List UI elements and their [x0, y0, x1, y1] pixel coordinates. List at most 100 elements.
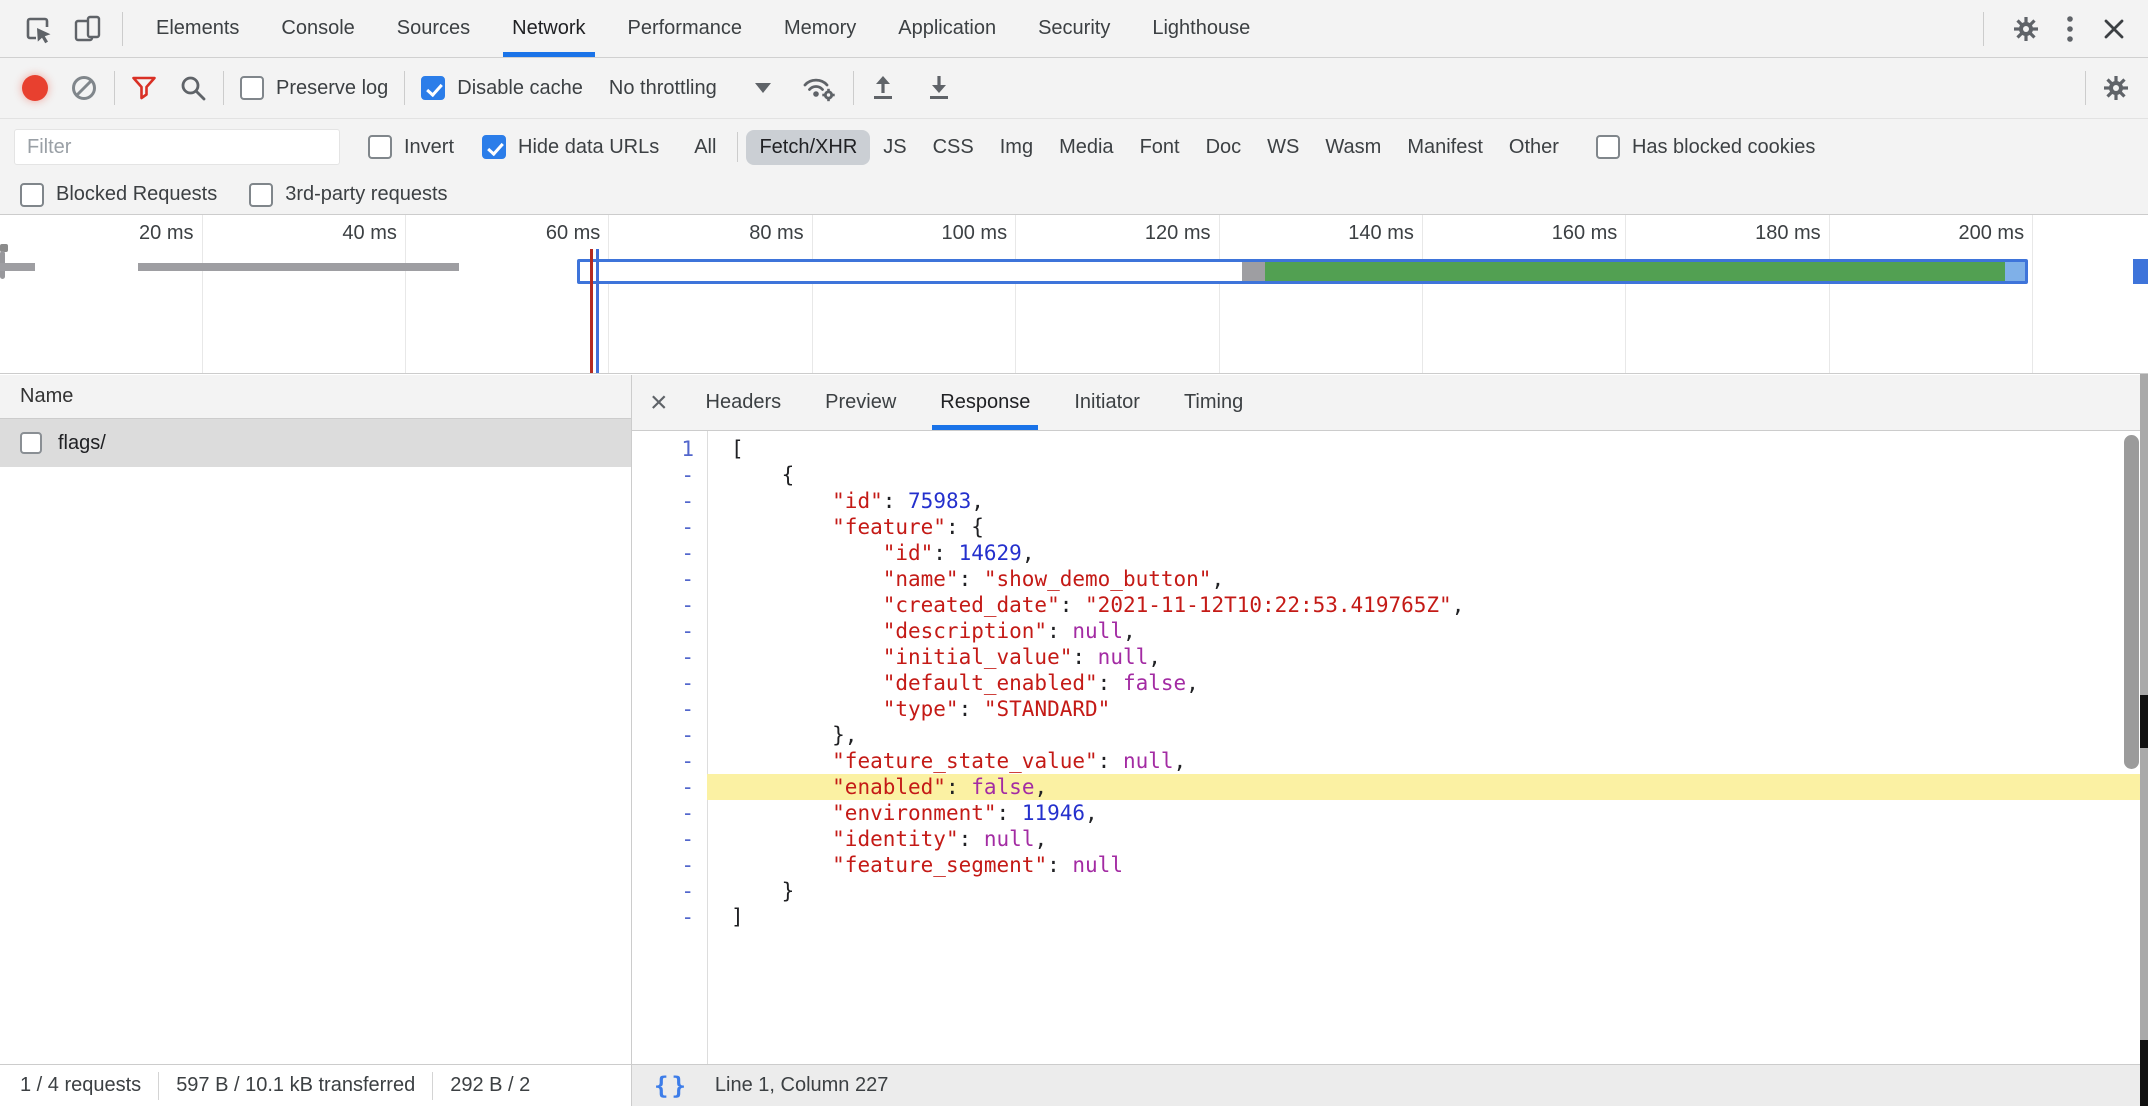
- timeline-tick-label: 60 ms: [450, 222, 600, 245]
- detail-tab-timing[interactable]: Timing: [1162, 375, 1265, 430]
- filter-input[interactable]: [14, 129, 340, 165]
- bar-segment-green: [1265, 262, 2004, 281]
- detail-tab-initiator[interactable]: Initiator: [1052, 375, 1162, 430]
- inspect-element-icon[interactable]: [16, 7, 60, 51]
- filter-type-wasm[interactable]: Wasm: [1312, 130, 1394, 165]
- token: null: [1072, 619, 1123, 643]
- filter-toggle-icon[interactable]: [131, 75, 157, 101]
- line-gutter: -: [632, 462, 707, 488]
- filter-type-font[interactable]: Font: [1127, 130, 1193, 165]
- export-har-icon[interactable]: [926, 74, 952, 102]
- token: "default_enabled": [883, 671, 1098, 695]
- vertical-scrollbar[interactable]: [2124, 435, 2139, 769]
- has-blocked-cookies-label[interactable]: Has blocked cookies: [1632, 136, 1815, 159]
- import-har-icon[interactable]: [870, 74, 896, 102]
- tab-elements[interactable]: Elements: [135, 0, 260, 57]
- hide-data-urls-label[interactable]: Hide data URLs: [518, 136, 659, 159]
- line-gutter: -: [632, 826, 707, 852]
- throttling-select[interactable]: No throttling: [609, 77, 771, 100]
- indent: [731, 645, 883, 669]
- code-text: ]: [707, 904, 2148, 930]
- invert-label[interactable]: Invert: [404, 136, 454, 159]
- invert-checkbox[interactable]: [368, 135, 392, 159]
- device-toolbar-icon[interactable]: [66, 7, 110, 51]
- token: false: [1123, 671, 1186, 695]
- tab-lighthouse[interactable]: Lighthouse: [1131, 0, 1271, 57]
- filter-type-css[interactable]: CSS: [920, 130, 987, 165]
- clear-network-log-icon[interactable]: [70, 74, 98, 102]
- preserve-log-label[interactable]: Preserve log: [276, 77, 388, 100]
- token: 11946: [1022, 801, 1085, 825]
- blocked-requests-label[interactable]: Blocked Requests: [56, 183, 217, 206]
- event-line-load: [590, 249, 593, 373]
- close-devtools-icon[interactable]: [2092, 7, 2136, 51]
- filter-type-manifest[interactable]: Manifest: [1394, 130, 1496, 165]
- tab-memory[interactable]: Memory: [763, 0, 877, 57]
- token: ,: [971, 489, 984, 513]
- line-gutter: -: [632, 592, 707, 618]
- code-line: - "environment": 11946,: [632, 800, 2148, 826]
- request-name: flags/: [58, 432, 106, 455]
- third-party-requests-checkbox[interactable]: [249, 183, 273, 207]
- network-overview-timeline[interactable]: 20 ms40 ms60 ms80 ms100 ms120 ms140 ms16…: [0, 215, 2148, 374]
- token: :: [1072, 645, 1097, 669]
- tab-sources[interactable]: Sources: [376, 0, 491, 57]
- record-network-log-button[interactable]: [22, 75, 48, 101]
- token: "enabled": [832, 775, 946, 799]
- disable-cache-checkbox[interactable]: [421, 76, 445, 100]
- tab-performance[interactable]: Performance: [607, 0, 764, 57]
- token: "feature": [832, 515, 946, 539]
- search-icon[interactable]: [179, 74, 207, 102]
- filter-type-ws[interactable]: WS: [1254, 130, 1312, 165]
- filter-type-doc[interactable]: Doc: [1193, 130, 1255, 165]
- pretty-print-icon[interactable]: {}: [654, 1072, 689, 1100]
- more-options-icon[interactable]: [2048, 7, 2092, 51]
- code-line: - "description": null,: [632, 618, 2148, 644]
- request-list: flags/: [0, 419, 631, 467]
- timeline-gridline: [1625, 215, 1626, 373]
- tab-network[interactable]: Network: [491, 0, 606, 57]
- filter-type-img[interactable]: Img: [987, 130, 1046, 165]
- tab-security[interactable]: Security: [1017, 0, 1131, 57]
- detail-tab-preview[interactable]: Preview: [803, 375, 918, 430]
- request-checkbox[interactable]: [20, 432, 42, 454]
- network-conditions-icon[interactable]: [801, 74, 837, 102]
- settings-gear-icon[interactable]: [2004, 7, 2048, 51]
- token: :: [959, 567, 984, 591]
- filter-type-other[interactable]: Other: [1496, 130, 1572, 165]
- detail-tab-response[interactable]: Response: [918, 375, 1052, 430]
- hide-data-urls-checkbox[interactable]: [482, 135, 506, 159]
- code-line: - "identity": null,: [632, 826, 2148, 852]
- filter-type-js[interactable]: JS: [870, 130, 919, 165]
- timeline-tick-label: 140 ms: [1264, 222, 1414, 245]
- response-body-viewer[interactable]: 1[- {- "id": 75983,- "feature": {- "id":…: [632, 431, 2148, 1064]
- token: ,: [1148, 645, 1161, 669]
- disable-cache-label[interactable]: Disable cache: [457, 77, 583, 100]
- filter-bar: Invert Hide data URLs All Fetch/XHRJSCSSI…: [0, 119, 2148, 175]
- third-party-requests-label[interactable]: 3rd-party requests: [285, 183, 447, 206]
- indent: [731, 541, 883, 565]
- close-detail-icon[interactable]: ×: [650, 388, 668, 418]
- network-settings-gear-icon[interactable]: [2102, 74, 2130, 102]
- request-row[interactable]: flags/: [0, 419, 631, 467]
- detail-tab-headers[interactable]: Headers: [684, 375, 804, 430]
- code-line: - {: [632, 462, 2148, 488]
- code-line: - "feature": {: [632, 514, 2148, 540]
- filter-type-media[interactable]: Media: [1046, 130, 1126, 165]
- tab-application[interactable]: Application: [877, 0, 1017, 57]
- code-line: - }: [632, 878, 2148, 904]
- divider: [223, 71, 224, 105]
- token: :: [933, 541, 958, 565]
- tab-console[interactable]: Console: [260, 0, 375, 57]
- code-text: {: [707, 462, 2148, 488]
- name-column-header[interactable]: Name: [0, 375, 631, 419]
- token: :: [959, 697, 984, 721]
- filter-type-fetch-xhr[interactable]: Fetch/XHR: [746, 130, 870, 165]
- has-blocked-cookies-checkbox[interactable]: [1596, 135, 1620, 159]
- blocked-requests-checkbox[interactable]: [20, 183, 44, 207]
- editor-status-bar: {} Line 1, Column 227: [632, 1064, 2148, 1106]
- preserve-log-checkbox[interactable]: [240, 76, 264, 100]
- code-text: "initial_value": null,: [707, 644, 2148, 670]
- filter-type-all[interactable]: All: [681, 130, 729, 165]
- chevron-down-icon: [755, 83, 771, 93]
